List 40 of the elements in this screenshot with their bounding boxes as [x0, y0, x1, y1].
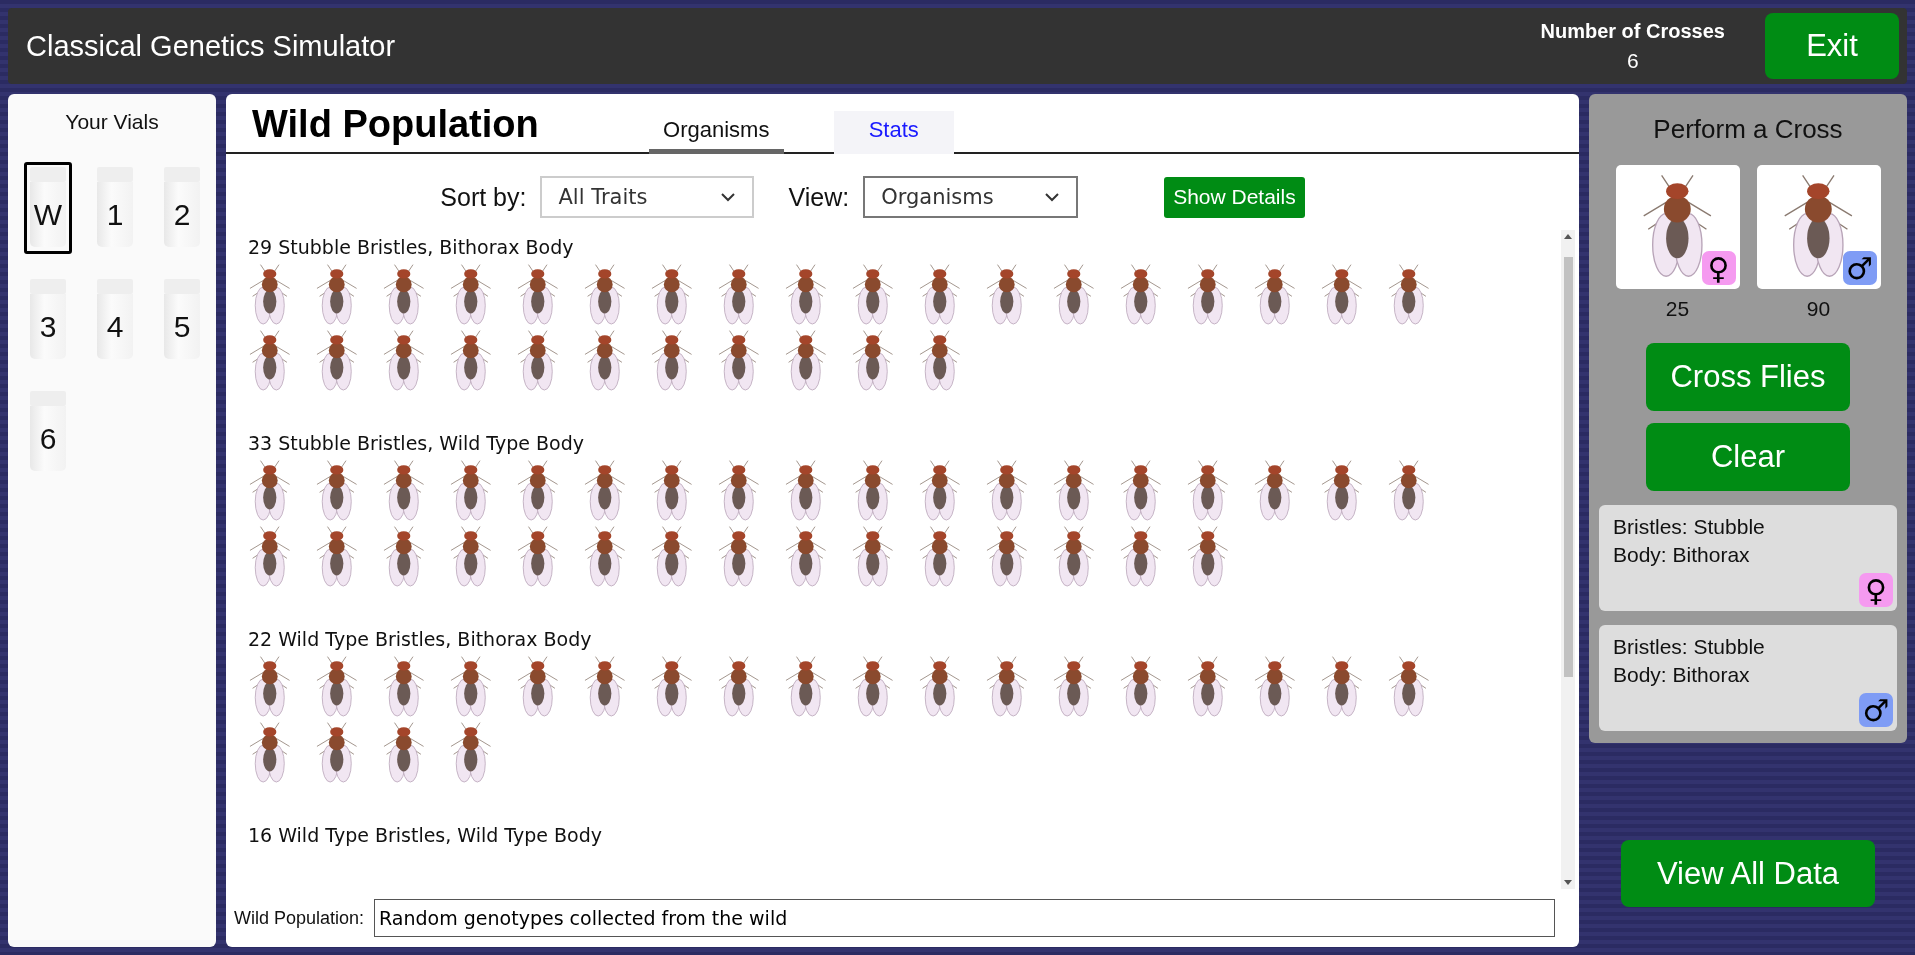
sex-badge: ♂	[1842, 251, 1877, 285]
trait-text: Body: Bithorax	[1613, 662, 1751, 688]
tab[interactable]: Stats	[833, 111, 954, 154]
view-dropdown[interactable]: Organisms	[863, 176, 1079, 218]
scroll-up-icon[interactable]	[1564, 234, 1572, 239]
vial[interactable]: W	[24, 162, 72, 254]
scroll-down-icon[interactable]	[1564, 880, 1572, 885]
cross-title: Perform a Cross	[1653, 114, 1843, 145]
description-label: Wild Population:	[234, 907, 365, 929]
sex-badge: ♀	[1859, 573, 1893, 607]
group-heading: 22 Wild Type Bristles, Bithorax Body	[248, 628, 593, 650]
sort-dropdown[interactable]: All Traits	[540, 176, 755, 218]
group-heading: 29 Stubble Bristles, Bithorax Body	[248, 236, 575, 258]
sex-badge: ♀	[1701, 251, 1736, 285]
exit-button[interactable]: Exit	[1765, 13, 1899, 79]
crosses-label: Number of Crosses	[1540, 19, 1725, 43]
chevron-down-icon	[720, 192, 737, 202]
trait-text: Bristles: Stubble	[1613, 634, 1766, 660]
crosses-count: 6	[1626, 48, 1639, 73]
clear-button[interactable]: Clear	[1646, 423, 1850, 491]
trait-text: Body: Bithorax	[1613, 542, 1751, 568]
view-label: View:	[788, 182, 850, 212]
parent-count: 25	[1665, 297, 1690, 321]
vials-title: Your Vials	[65, 110, 159, 134]
description-field[interactable]: Random genotypes collected from the wild	[374, 899, 1555, 937]
view-all-data-button[interactable]: View All Data	[1621, 840, 1875, 907]
cross-flies-button[interactable]: Cross Flies	[1646, 343, 1850, 411]
sort-label: Sort by:	[440, 182, 527, 212]
parent-count: 90	[1806, 297, 1831, 321]
chevron-down-icon	[1044, 192, 1061, 202]
parent-slot[interactable]: ♀	[1615, 165, 1740, 289]
trait-text: Bristles: Stubble	[1613, 514, 1766, 540]
scrollbar[interactable]	[1561, 230, 1575, 889]
show-details-button[interactable]: Show Details	[1164, 176, 1305, 218]
page-title: Wild Population	[252, 103, 539, 147]
parent-slot[interactable]: ♂	[1756, 165, 1881, 289]
app-title: Classical Genetics Simulator	[26, 29, 397, 63]
group-heading: 16 Wild Type Bristles, Wild Type Body	[248, 824, 603, 846]
group-heading: 33 Stubble Bristles, Wild Type Body	[248, 432, 585, 454]
sex-badge: ♂	[1859, 693, 1893, 727]
